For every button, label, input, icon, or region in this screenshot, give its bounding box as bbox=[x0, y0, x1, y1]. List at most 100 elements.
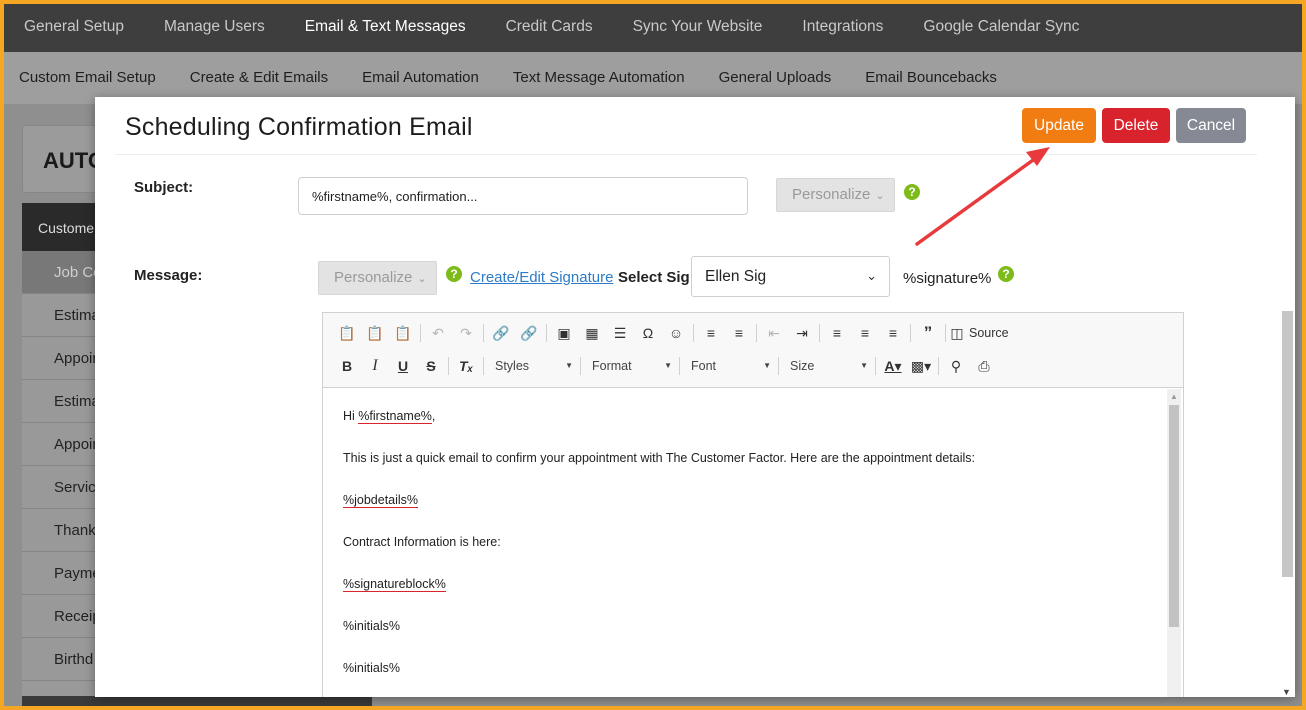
editor-toolbar: 📋 📋 📋 ↶ ↷ 🔗 🔗 ▣ ▦ ☰ Ω ☺ ≡ ≡ ⇤ ⇥ ≡ ≡ ≡ ” … bbox=[323, 313, 1183, 388]
merge-token: %jobdetails% bbox=[343, 493, 419, 508]
size-label: Size bbox=[790, 359, 815, 373]
dropdown-arrow-icon: ▼ bbox=[565, 361, 573, 370]
scroll-down-icon[interactable]: ▼ bbox=[1282, 687, 1291, 697]
source-icon[interactable]: ◫ bbox=[949, 321, 965, 345]
background-sidebar-item[interactable]: Birthd bbox=[22, 638, 102, 681]
editor-content[interactable]: Hi %firstname%, This is just a quick ema… bbox=[343, 409, 1163, 697]
chevron-down-icon: ⌄ bbox=[866, 268, 877, 283]
format-dropdown[interactable]: Format ▼ bbox=[584, 355, 676, 377]
signature-help-icon[interactable]: ? bbox=[998, 266, 1014, 282]
font-dropdown[interactable]: Font ▼ bbox=[683, 355, 775, 377]
size-dropdown[interactable]: Size ▼ bbox=[782, 355, 872, 377]
editor-line: %jobdetails% bbox=[343, 493, 1163, 535]
background-sidebar-item[interactable]: Appoin bbox=[22, 337, 102, 380]
editor-line: Hi %firstname%, bbox=[343, 409, 436, 424]
outdent-icon[interactable]: ⇤ bbox=[760, 321, 788, 345]
scrollbar-thumb[interactable] bbox=[1169, 405, 1179, 627]
unlink-icon[interactable]: 🔗 bbox=[515, 321, 543, 345]
format-label: Format bbox=[592, 359, 632, 373]
paste-text-icon[interactable]: 📋 bbox=[361, 321, 389, 345]
styles-dropdown[interactable]: Styles ▼ bbox=[487, 355, 577, 377]
text-color-icon[interactable]: A▾ bbox=[879, 354, 907, 378]
nav-integrations[interactable]: Integrations bbox=[782, 4, 903, 52]
italic-icon[interactable]: I bbox=[361, 354, 389, 378]
link-icon[interactable]: 🔗 bbox=[487, 321, 515, 345]
print-icon[interactable]: ⎙ bbox=[970, 354, 998, 378]
scrollbar-thumb[interactable] bbox=[1282, 311, 1293, 577]
editor-line: %initials% bbox=[343, 619, 400, 633]
rich-text-editor: 📋 📋 📋 ↶ ↷ 🔗 🔗 ▣ ▦ ☰ Ω ☺ ≡ ≡ ⇤ ⇥ ≡ ≡ ≡ ” … bbox=[322, 312, 1184, 697]
update-button[interactable]: Update bbox=[1022, 108, 1096, 143]
message-help-icon[interactable]: ? bbox=[446, 266, 462, 282]
chevron-down-icon: ⌄ bbox=[875, 190, 885, 202]
dropdown-arrow-icon: ▼ bbox=[664, 361, 672, 370]
editor-line: Contract Information is here: bbox=[343, 535, 501, 549]
background-sidebar: Custome Job Co Estima Appoin Estima Appo… bbox=[22, 203, 102, 706]
create-edit-signature-link[interactable]: Create/Edit Signature bbox=[470, 269, 613, 286]
signature-select[interactable]: Ellen Sig ⌄ bbox=[691, 256, 890, 297]
chevron-down-icon: ⌄ bbox=[417, 273, 427, 285]
image-icon[interactable]: ▣ bbox=[550, 321, 578, 345]
modal-title: Scheduling Confirmation Email bbox=[125, 113, 473, 141]
background-sidebar-item[interactable]: Receip bbox=[22, 595, 102, 638]
background-sidebar-item[interactable]: Appoin bbox=[22, 423, 102, 466]
preview-icon[interactable]: ⚲ bbox=[942, 354, 970, 378]
special-char-icon[interactable]: Ω bbox=[634, 321, 662, 345]
personalize-label: Personalize bbox=[334, 269, 413, 286]
paste-icon[interactable]: 📋 bbox=[333, 321, 361, 345]
styles-label: Styles bbox=[495, 359, 530, 373]
smiley-icon[interactable]: ☺ bbox=[662, 321, 690, 345]
underline-icon[interactable]: U bbox=[389, 354, 417, 378]
nav-sync-website[interactable]: Sync Your Website bbox=[613, 4, 783, 52]
merge-token: %firstname% bbox=[358, 409, 432, 424]
source-button[interactable]: Source bbox=[965, 326, 1009, 340]
personalize-label: Personalize bbox=[792, 186, 871, 203]
bold-icon[interactable]: B bbox=[333, 354, 361, 378]
message-personalize-button[interactable]: Personalize ⌄ bbox=[318, 261, 437, 295]
background-color-icon[interactable]: ▩▾ bbox=[907, 354, 935, 378]
subject-input[interactable]: %firstname%, confirmation... bbox=[298, 177, 748, 215]
undo-icon[interactable]: ↶ bbox=[424, 321, 452, 345]
scroll-up-icon[interactable]: ▲ bbox=[1170, 392, 1178, 401]
top-nav: General Setup Manage Users Email & Text … bbox=[4, 4, 1302, 52]
align-left-icon[interactable]: ≡ bbox=[823, 321, 851, 345]
modal-header: Scheduling Confirmation Email Update Del… bbox=[115, 97, 1257, 155]
blockquote-icon[interactable]: ” bbox=[914, 321, 942, 345]
signature-token: %signature% bbox=[903, 270, 992, 287]
background-sidebar-item[interactable]: Thank bbox=[22, 509, 102, 552]
indent-icon[interactable]: ⇥ bbox=[788, 321, 816, 345]
align-right-icon[interactable]: ≡ bbox=[879, 321, 907, 345]
background-sidebar-item[interactable]: Estima bbox=[22, 294, 102, 337]
bullet-list-icon[interactable]: ≡ bbox=[725, 321, 753, 345]
paste-word-icon[interactable]: 📋 bbox=[389, 321, 417, 345]
subject-personalize-button[interactable]: Personalize ⌄ bbox=[776, 178, 895, 212]
editor-line: %initials% bbox=[343, 661, 400, 675]
nav-google-calendar-sync[interactable]: Google Calendar Sync bbox=[903, 4, 1099, 52]
nav-general-setup[interactable]: General Setup bbox=[4, 4, 144, 52]
nav-credit-cards[interactable]: Credit Cards bbox=[486, 4, 613, 52]
table-icon[interactable]: ▦ bbox=[578, 321, 606, 345]
remove-format-icon[interactable]: Tₓ bbox=[452, 354, 480, 378]
align-center-icon[interactable]: ≡ bbox=[851, 321, 879, 345]
background-sidebar-header: Custome bbox=[22, 203, 102, 251]
subject-help-icon[interactable]: ? bbox=[904, 184, 920, 200]
horizontal-line-icon[interactable]: ☰ bbox=[606, 321, 634, 345]
nav-email-text-messages[interactable]: Email & Text Messages bbox=[285, 4, 486, 52]
nav-manage-users[interactable]: Manage Users bbox=[144, 4, 285, 52]
strikethrough-icon[interactable]: S bbox=[417, 354, 445, 378]
merge-token: %signatureblock% bbox=[343, 577, 446, 592]
modal-scrollbar[interactable]: ▼ bbox=[1281, 307, 1293, 697]
background-sidebar-item[interactable]: Job Co bbox=[22, 251, 102, 294]
background-sidebar-item[interactable]: Payme bbox=[22, 552, 102, 595]
numbered-list-icon[interactable]: ≡ bbox=[697, 321, 725, 345]
subject-label: Subject: bbox=[134, 179, 194, 196]
editor-line: This is just a quick email to confirm yo… bbox=[343, 451, 976, 465]
background-sidebar-item[interactable]: Servic bbox=[22, 466, 102, 509]
select-sig-label: Select Sig bbox=[618, 269, 690, 286]
background-sidebar-item[interactable]: Estima bbox=[22, 380, 102, 423]
redo-icon[interactable]: ↷ bbox=[452, 321, 480, 345]
delete-button[interactable]: Delete bbox=[1102, 108, 1170, 143]
editor-scrollbar[interactable]: ▲ bbox=[1167, 389, 1181, 697]
cancel-button[interactable]: Cancel bbox=[1176, 108, 1246, 143]
email-edit-modal: Scheduling Confirmation Email Update Del… bbox=[95, 97, 1295, 697]
